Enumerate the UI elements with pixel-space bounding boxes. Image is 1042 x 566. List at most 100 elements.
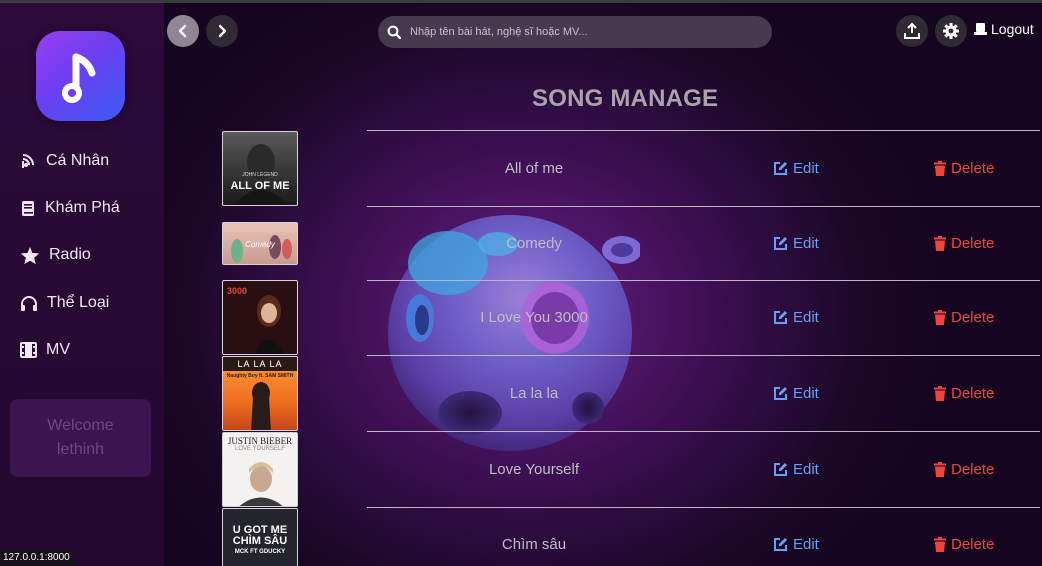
welcome-username: lethinh	[56, 441, 105, 458]
row-divider	[367, 206, 1040, 207]
cover-subtitle: JOHN LEGEND	[242, 172, 278, 178]
edit-button[interactable]: Edit	[773, 536, 819, 553]
delete-label: Delete	[951, 235, 995, 252]
main-content: Logout SONG MANAGE JOHN LEGEND ALL OF ME…	[164, 3, 1042, 566]
cover-subtitle: MCK FT GDUCKY	[234, 549, 286, 555]
cover-title: Comedy	[245, 240, 275, 249]
edit-label: Edit	[793, 385, 819, 402]
cover-title: ALL OF ME	[230, 180, 290, 192]
music-note-icon	[62, 53, 96, 103]
star-icon	[20, 246, 40, 264]
cover-title: 3000	[227, 286, 248, 296]
browser-status-url: 127.0.0.1:8000	[0, 550, 74, 566]
sidebar-item-label: Cá Nhân	[46, 152, 110, 169]
headphones-icon	[21, 295, 37, 311]
song-cover-thumbnail: U GOT ME CHÌM SÂU MCK FT GDUCKY	[222, 508, 298, 566]
trash-icon	[934, 386, 946, 401]
edit-icon	[774, 463, 787, 476]
sidebar-item-label: Khám Phá	[45, 199, 120, 216]
song-title: I Love You 3000	[480, 309, 588, 326]
cover-title: JUSTIN BIEBER	[227, 436, 293, 446]
delete-label: Delete	[951, 160, 995, 177]
upload-button[interactable]	[896, 15, 928, 47]
user-icon	[974, 23, 987, 35]
edit-button[interactable]: Edit	[773, 235, 819, 252]
gear-icon	[943, 23, 959, 39]
chevron-right-icon	[218, 24, 227, 38]
row-divider	[367, 130, 1040, 131]
delete-button[interactable]: Delete	[934, 160, 994, 177]
song-cover-thumbnail: Comedy	[222, 222, 298, 265]
song-cover-thumbnail: 3000	[222, 280, 298, 355]
sidebar-item-the-loai[interactable]: Thể Loại	[20, 290, 109, 316]
cover-subtitle: LOVE YOURSELF	[235, 446, 285, 452]
song-cover-thumbnail: JUSTIN BIEBER LOVE YOURSELF	[222, 432, 298, 507]
trash-icon	[934, 462, 946, 477]
trash-icon	[934, 537, 946, 552]
sidebar-item-mv[interactable]: MV	[20, 337, 70, 363]
sidebar: Cá Nhân Khám Phá Radio Thể Loại MV Welco…	[0, 3, 164, 566]
book-icon	[22, 200, 34, 216]
edit-icon	[774, 311, 787, 324]
delete-button[interactable]: Delete	[934, 309, 994, 326]
delete-label: Delete	[951, 536, 995, 553]
sidebar-item-radio[interactable]: Radio	[20, 242, 91, 268]
row-divider	[367, 507, 1040, 508]
song-title: La la la	[509, 385, 559, 402]
cover-title: LA LA LA	[237, 359, 283, 369]
edit-button[interactable]: Edit	[773, 385, 819, 402]
edit-label: Edit	[793, 160, 819, 177]
trash-icon	[934, 161, 946, 176]
edit-icon	[774, 237, 787, 250]
sidebar-item-label: Radio	[49, 246, 91, 263]
delete-button[interactable]: Delete	[934, 536, 994, 553]
trash-icon	[934, 236, 946, 251]
edit-label: Edit	[793, 309, 819, 326]
edit-icon	[774, 387, 787, 400]
row-divider	[367, 280, 1040, 281]
song-cover-thumbnail: LA LA LA Naughty Boy ft. SAM SMITH	[222, 356, 298, 431]
trash-icon	[934, 310, 946, 325]
delete-label: Delete	[951, 461, 995, 478]
edit-label: Edit	[793, 536, 819, 553]
edit-button[interactable]: Edit	[773, 309, 819, 326]
sidebar-item-label: MV	[46, 341, 70, 358]
song-cover-thumbnail: JOHN LEGEND ALL OF ME	[222, 131, 298, 206]
logout-button[interactable]: Logout	[974, 21, 1034, 37]
song-title: Comedy	[506, 235, 562, 252]
delete-button[interactable]: Delete	[934, 385, 994, 402]
delete-button[interactable]: Delete	[934, 461, 994, 478]
back-button[interactable]	[167, 15, 199, 47]
cover-subtitle: Naughty Boy ft. SAM SMITH	[226, 373, 294, 379]
song-cover-art	[234, 144, 288, 205]
app-logo[interactable]	[36, 31, 125, 121]
search-input[interactable]	[410, 26, 750, 38]
film-icon	[20, 342, 37, 358]
delete-button[interactable]: Delete	[934, 235, 994, 252]
chevron-left-icon	[178, 24, 187, 38]
edit-icon	[774, 162, 787, 175]
edit-icon	[774, 538, 787, 551]
song-title: Love Yourself	[488, 461, 580, 478]
welcome-card: Welcome lethinh	[10, 399, 151, 477]
logout-label: Logout	[991, 21, 1034, 37]
edit-label: Edit	[793, 461, 819, 478]
upload-icon	[904, 22, 920, 39]
page-title: SONG MANAGE	[532, 85, 719, 112]
edit-button[interactable]: Edit	[773, 160, 819, 177]
cover-title: U GOT ME CHÌM SÂU	[232, 524, 288, 547]
forward-button[interactable]	[206, 15, 238, 47]
row-divider	[367, 431, 1040, 432]
sidebar-item-kham-pha[interactable]: Khám Phá	[20, 195, 120, 221]
song-title: All of me	[504, 160, 564, 177]
edit-button[interactable]: Edit	[773, 461, 819, 478]
search-icon	[387, 25, 401, 39]
delete-label: Delete	[951, 309, 995, 326]
sidebar-item-ca-nhan[interactable]: Cá Nhân	[20, 148, 109, 174]
delete-label: Delete	[951, 385, 995, 402]
signal-icon	[22, 153, 34, 168]
settings-button[interactable]	[935, 15, 967, 47]
search-bar[interactable]	[378, 16, 772, 48]
row-divider	[367, 355, 1040, 356]
edit-label: Edit	[793, 235, 819, 252]
